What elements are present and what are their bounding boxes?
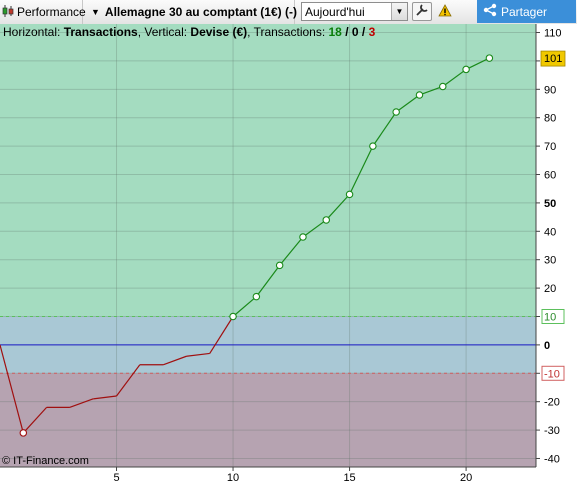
instrument-selector[interactable]: ▼ Allemagne 30 au comptant (1€) (-) <box>86 0 297 24</box>
y-tick-label: 10 <box>544 311 556 323</box>
legend-vertical-value: Devise (€) <box>190 25 248 39</box>
performance-label: Performance <box>17 5 86 19</box>
legend-separator: / <box>341 25 352 39</box>
legend-neutral-count: 0 <box>351 25 359 39</box>
performance-menu[interactable]: Performance <box>0 0 86 24</box>
equity-chart[interactable]: 1101009080706050403020100-10-20-30-40101… <box>0 24 577 481</box>
toolbar: Performance ▼ Allemagne 30 au comptant (… <box>0 0 577 25</box>
equity-point[interactable] <box>19 429 28 437</box>
share-label: Partager <box>501 4 548 19</box>
settings-button[interactable] <box>412 2 432 21</box>
equity-point[interactable] <box>252 292 261 301</box>
equity-point[interactable] <box>439 82 447 91</box>
legend-winners-count: 18 <box>328 25 342 39</box>
date-range-select[interactable]: Aujourd'hui ▼ <box>301 2 408 21</box>
x-tick-label: 5 <box>113 472 119 481</box>
x-tick-label: 20 <box>460 472 472 481</box>
y-tick-label: 40 <box>544 226 556 238</box>
y-tick-label: 80 <box>544 113 556 125</box>
y-tick-label: 60 <box>544 170 556 182</box>
share-icon <box>483 3 497 20</box>
share-button[interactable]: Partager <box>477 0 576 23</box>
equity-point[interactable] <box>392 108 400 116</box>
equity-point[interactable] <box>462 65 470 74</box>
y-tick-label: 110 <box>544 28 562 40</box>
legend-losers-count: 3 <box>368 25 376 39</box>
last-value-label: 101 <box>544 53 562 65</box>
equity-point[interactable] <box>345 190 354 199</box>
equity-point[interactable] <box>485 54 494 62</box>
y-tick-label: 20 <box>544 283 556 295</box>
chart-legend: Horizontal: Transactions, Vertical: Devi… <box>3 25 375 39</box>
y-tick-label: -30 <box>544 425 560 437</box>
legend-horizontal-prefix: Horizontal: <box>3 25 64 39</box>
legend-vertical-prefix: , Vertical: <box>137 25 191 39</box>
y-tick-label: 90 <box>544 84 556 96</box>
y-tick-label: -10 <box>544 368 560 380</box>
warning-icon <box>438 4 452 20</box>
y-tick-label: 70 <box>544 141 556 153</box>
equity-point[interactable] <box>275 261 284 270</box>
y-tick-label: 50 <box>544 198 556 210</box>
dropdown-arrow-icon: ▼ <box>91 7 100 17</box>
equity-point[interactable] <box>299 233 307 241</box>
loss-zone <box>0 373 536 467</box>
legend-horizontal-value: Transactions <box>63 25 138 39</box>
date-range-value: Aujourd'hui <box>305 4 365 19</box>
equity-point[interactable] <box>229 312 237 321</box>
wrench-icon <box>415 3 429 20</box>
equity-point[interactable] <box>415 91 424 99</box>
legend-transactions-prefix: , Transactions: <box>247 25 329 39</box>
y-tick-label: -40 <box>544 453 560 465</box>
x-axis-panel <box>0 467 577 481</box>
equity-point[interactable] <box>369 142 377 150</box>
instrument-label: Allemagne 30 au comptant (1€) (-) <box>104 5 297 19</box>
background-zones <box>0 24 577 481</box>
candlestick-icon <box>2 4 14 21</box>
y-tick-label: 0 <box>544 340 550 352</box>
x-tick-label: 10 <box>227 472 239 481</box>
warning-button[interactable] <box>437 0 453 24</box>
y-tick-label: -20 <box>544 397 560 409</box>
y-tick-label: 30 <box>544 255 556 267</box>
legend-separator: / <box>358 25 369 39</box>
equity-point[interactable] <box>322 216 331 224</box>
chevron-down-icon: ▼ <box>391 3 407 20</box>
copyright-text: © IT-Finance.com <box>2 455 89 467</box>
profit-zone <box>0 24 536 317</box>
x-tick-label: 15 <box>343 472 355 481</box>
